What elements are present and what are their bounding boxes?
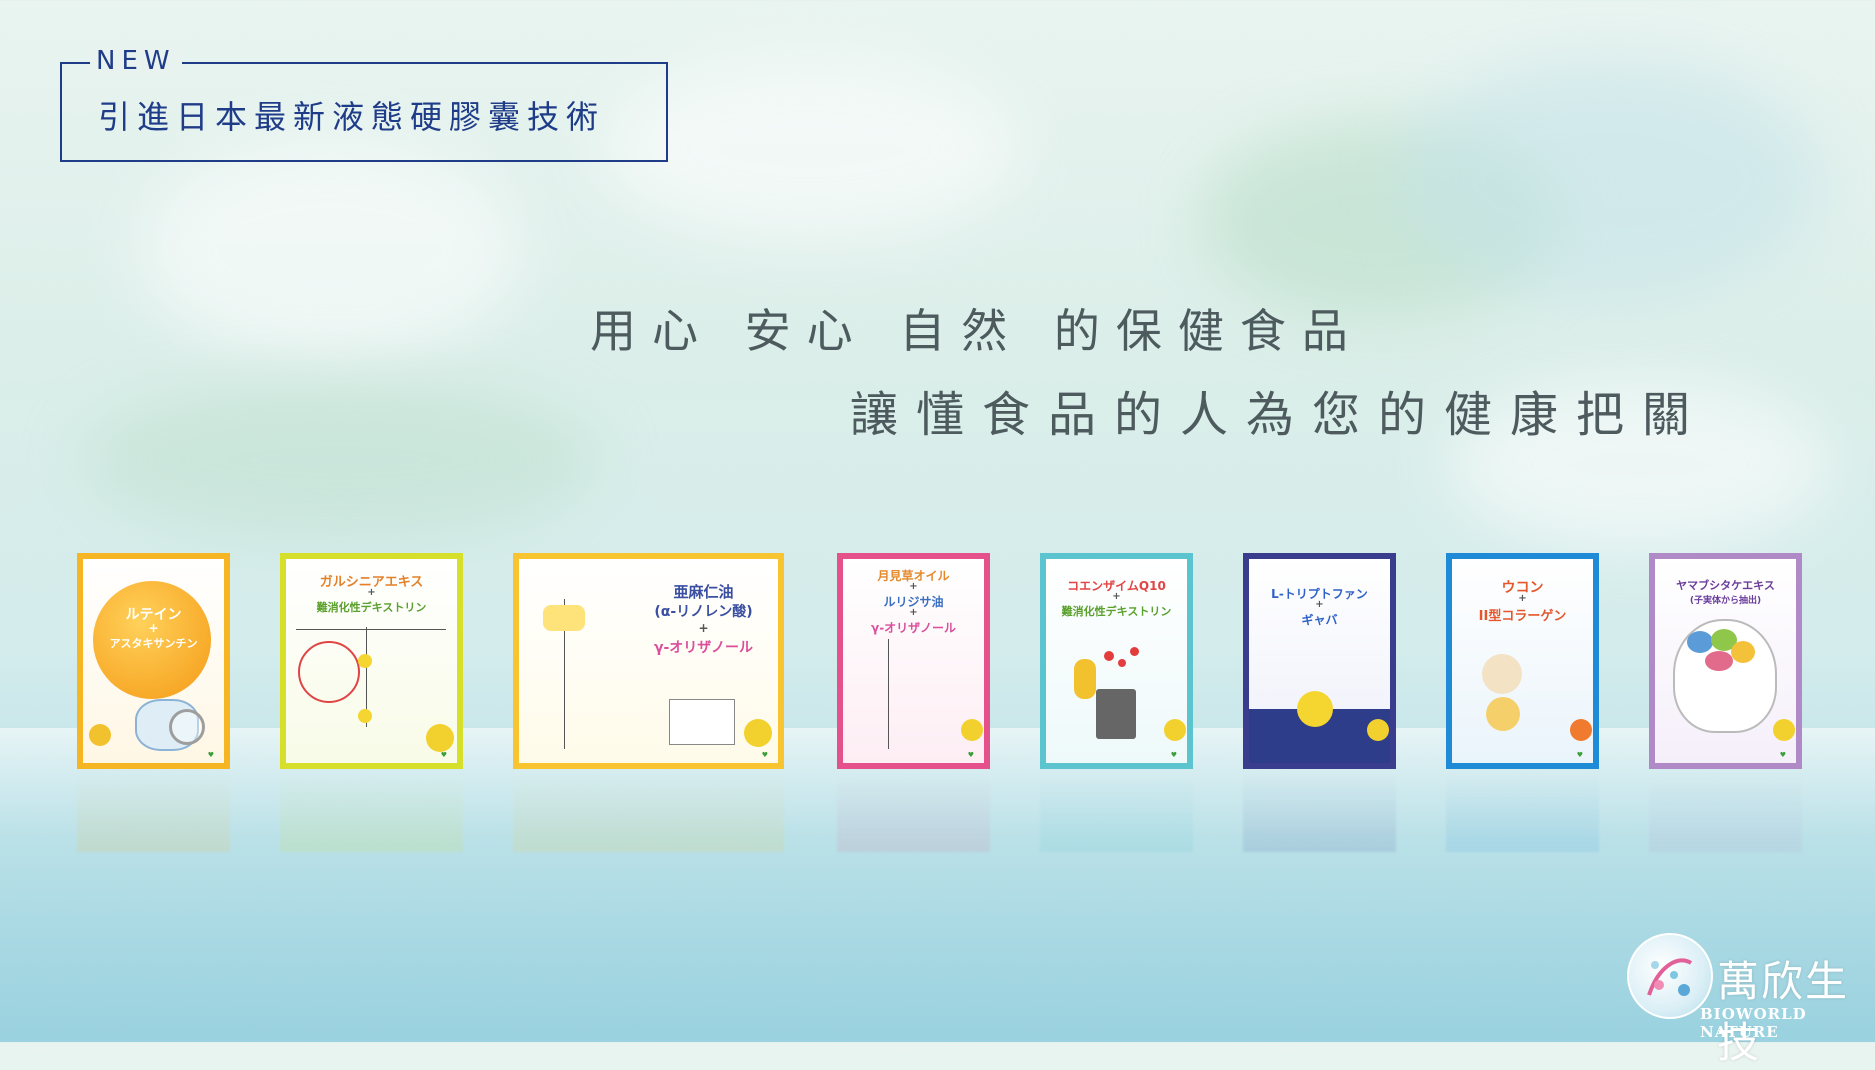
yellow-badge xyxy=(1367,719,1389,741)
brain-region-icon xyxy=(1705,651,1733,671)
yellow-badge xyxy=(1773,719,1795,741)
yellow-badge xyxy=(1164,719,1186,741)
new-announcement-box: NEW 引進日本最新液態硬膠囊技術 xyxy=(60,46,668,162)
yellow-badge xyxy=(89,724,111,746)
brand-mark-icon xyxy=(441,751,447,759)
bokeh-light xyxy=(140,140,520,360)
moon-icon xyxy=(1297,691,1333,727)
magnifier-icon xyxy=(169,709,205,745)
yellow-node xyxy=(358,709,372,723)
product-subtitle: γ-オリザノール xyxy=(871,621,956,635)
yellow-badge xyxy=(744,719,772,747)
product-subtitle: II型コラーゲン xyxy=(1478,609,1567,624)
worker-figure xyxy=(1074,659,1096,699)
product-plus: + xyxy=(1518,593,1527,604)
yellow-node xyxy=(358,654,372,668)
tca-cycle-diagram xyxy=(298,641,360,703)
knee-joint-graphic xyxy=(1482,654,1522,694)
bokeh-blue xyxy=(1400,60,1820,300)
heart-icon xyxy=(1130,647,1139,656)
product-plus: + xyxy=(367,587,376,598)
card-reflection xyxy=(77,772,230,852)
product-subtitle-2: (α-リノレン酸) xyxy=(654,604,753,620)
brand-mark-icon xyxy=(1171,751,1177,759)
product-plus-2: + xyxy=(909,607,918,618)
brain-region-icon xyxy=(1687,631,1713,653)
product-subtitle: γ-オリザノール xyxy=(653,640,754,656)
yellow-badge xyxy=(961,719,983,741)
card-reflection xyxy=(513,772,784,852)
slogan-line-2: 讓懂食品的人為您的健康把關 xyxy=(850,387,1709,443)
new-title: 引進日本最新液態硬膠囊技術 xyxy=(98,98,606,136)
brand-mark-icon xyxy=(1780,751,1786,759)
product-card-coq10[interactable]: コエンザイムQ10 + 難消化性デキストリン xyxy=(1040,553,1193,769)
card-reflection xyxy=(1243,772,1396,852)
yellow-highlight xyxy=(543,605,585,631)
product-plus: + xyxy=(909,581,918,592)
pathway-line xyxy=(888,639,889,749)
brain-region-icon xyxy=(1731,641,1755,663)
bokeh-green xyxy=(80,380,600,540)
heart-icon xyxy=(1104,651,1114,661)
product-plus: + xyxy=(1315,599,1324,610)
slogan-line-1: 用心 安心 自然 的保健食品 xyxy=(590,304,1364,358)
brand-mark-icon xyxy=(1577,751,1583,759)
product-subtitle: (子実体から抽出) xyxy=(1689,596,1762,606)
brand-mark-icon xyxy=(968,751,974,759)
heart-icon xyxy=(1118,659,1126,667)
product-card-lions-mane[interactable]: ヤマブシタケエキス (子実体から抽出) xyxy=(1649,553,1802,769)
product-subtitle: 難消化性デキストリン xyxy=(1061,605,1172,618)
product-title: ヤマブシタケエキス xyxy=(1676,579,1775,592)
logo-subtitle: BIOWORLD NATURE xyxy=(1700,1005,1807,1041)
brand-mark-icon xyxy=(762,751,768,759)
product-plus: + xyxy=(698,621,709,635)
product-subtitle: アスタキサンチン xyxy=(109,637,198,650)
product-card-tryptophan[interactable]: L-トリプトファン + ギャバ xyxy=(1243,553,1396,769)
product-card-lutein[interactable]: ルテイン + アスタキサンチン xyxy=(77,553,230,769)
brand-mark-icon xyxy=(208,751,214,759)
product-title: 亜麻仁油 xyxy=(673,583,734,601)
product-subtitle: 難消化性デキストリン xyxy=(316,601,427,614)
card-reflection xyxy=(837,772,990,852)
benefits-box xyxy=(669,699,735,745)
diagram-line xyxy=(296,629,446,630)
card-reflection xyxy=(1040,772,1193,852)
machine-graphic xyxy=(1096,689,1136,739)
product-card-flaxseed[interactable]: 亜麻仁油 (α-リノレン酸) + γ-オリザノール xyxy=(513,553,784,769)
card-reflection xyxy=(280,772,463,852)
product-card-evening-primrose[interactable]: 月見草オイル + ルリジサ油 + γ-オリザノール xyxy=(837,553,990,769)
product-card-turmeric[interactable]: ウコン + II型コラーゲン xyxy=(1446,553,1599,769)
product-plus: + xyxy=(1112,591,1121,602)
green-badge xyxy=(426,724,454,752)
product-subtitle: ギャバ xyxy=(1301,613,1338,627)
product-plus: + xyxy=(148,621,159,635)
card-reflection xyxy=(1649,772,1802,852)
card-reflection xyxy=(1446,772,1599,852)
orange-badge xyxy=(1570,719,1592,741)
new-tag: NEW xyxy=(90,46,182,76)
knee-joint-graphic xyxy=(1486,697,1520,731)
product-card-garcinia[interactable]: ガルシニアエキス + 難消化性デキストリン xyxy=(280,553,463,769)
